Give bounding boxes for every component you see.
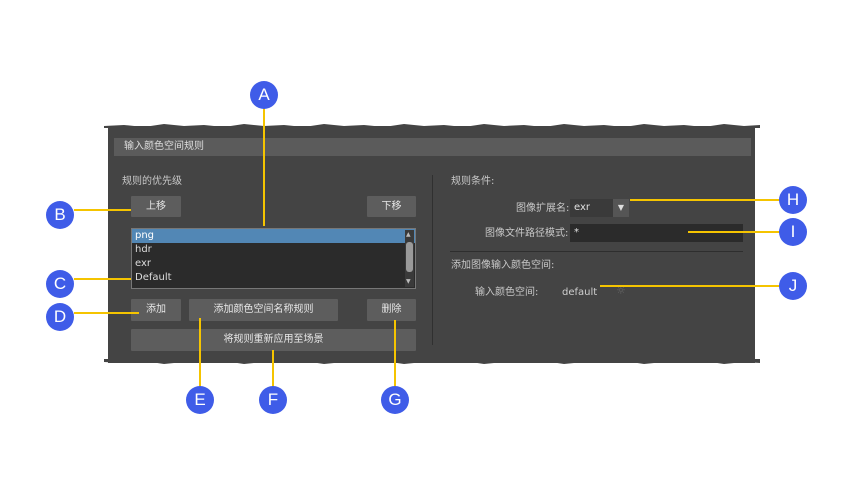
callout-g: G	[381, 386, 409, 414]
input-space-value[interactable]: default	[562, 287, 597, 299]
conditions-label: 规则条件:	[451, 176, 495, 187]
callout-c: C	[46, 270, 74, 298]
list-item[interactable]: exr	[132, 257, 415, 271]
delete-button[interactable]: 删除	[367, 299, 416, 321]
add-input-space-label: 添加图像输入颜色空间:	[451, 260, 555, 271]
list-item[interactable]: png	[132, 229, 415, 243]
callout-b: B	[46, 201, 74, 229]
callout-c-line	[74, 278, 131, 280]
priority-label: 规则的优先级	[122, 176, 182, 187]
panel-title[interactable]: 输入颜色空间规则	[114, 138, 751, 156]
callout-i: I	[779, 218, 807, 246]
ext-label: 图像扩展名:	[516, 203, 570, 214]
add-button[interactable]: 添加	[131, 299, 181, 321]
callout-a-line	[263, 104, 265, 226]
torn-edge-bottom	[104, 359, 760, 364]
callout-f: F	[259, 386, 287, 414]
scroll-thumb[interactable]	[406, 242, 413, 272]
path-pattern-label: 图像文件路径模式:	[485, 228, 569, 239]
ext-value: exr	[574, 202, 591, 213]
rules-list[interactable]: png hdr exr Default ▲ ▼	[131, 228, 416, 289]
list-item[interactable]: Default	[132, 271, 415, 285]
callout-b-line	[74, 209, 131, 211]
callout-i-line	[688, 231, 780, 233]
callout-f-line	[272, 350, 274, 388]
scroll-up-icon[interactable]: ▲	[406, 231, 411, 239]
callout-h-line	[630, 199, 780, 201]
reapply-rules-button[interactable]: 将规则重新应用至场景	[131, 329, 416, 351]
callout-e-line	[199, 318, 201, 388]
callout-d-line	[74, 312, 139, 314]
move-up-button[interactable]: 上移	[131, 196, 181, 217]
chevron-down-icon[interactable]: ▼	[613, 199, 629, 217]
move-down-button[interactable]: 下移	[367, 196, 416, 217]
list-item[interactable]: hdr	[132, 243, 415, 257]
section-divider	[450, 251, 743, 252]
callout-j-line	[600, 285, 780, 287]
column-divider	[432, 175, 433, 345]
torn-edge-top	[104, 124, 760, 128]
callout-d: D	[46, 303, 74, 331]
callout-h: H	[779, 186, 807, 214]
input-space-label: 输入颜色空间:	[475, 287, 539, 298]
callout-j: J	[779, 272, 807, 300]
scroll-down-icon[interactable]: ▼	[406, 278, 411, 286]
callout-g-line	[394, 320, 396, 388]
list-scrollbar[interactable]: ▲ ▼	[405, 230, 414, 287]
ext-dropdown[interactable]: exr ▼	[570, 199, 629, 217]
callout-e: E	[186, 386, 214, 414]
add-name-rule-button[interactable]: 添加颜色空间名称规则	[189, 299, 338, 321]
path-pattern-input[interactable]: *	[570, 224, 743, 242]
callout-a: A	[250, 81, 278, 109]
